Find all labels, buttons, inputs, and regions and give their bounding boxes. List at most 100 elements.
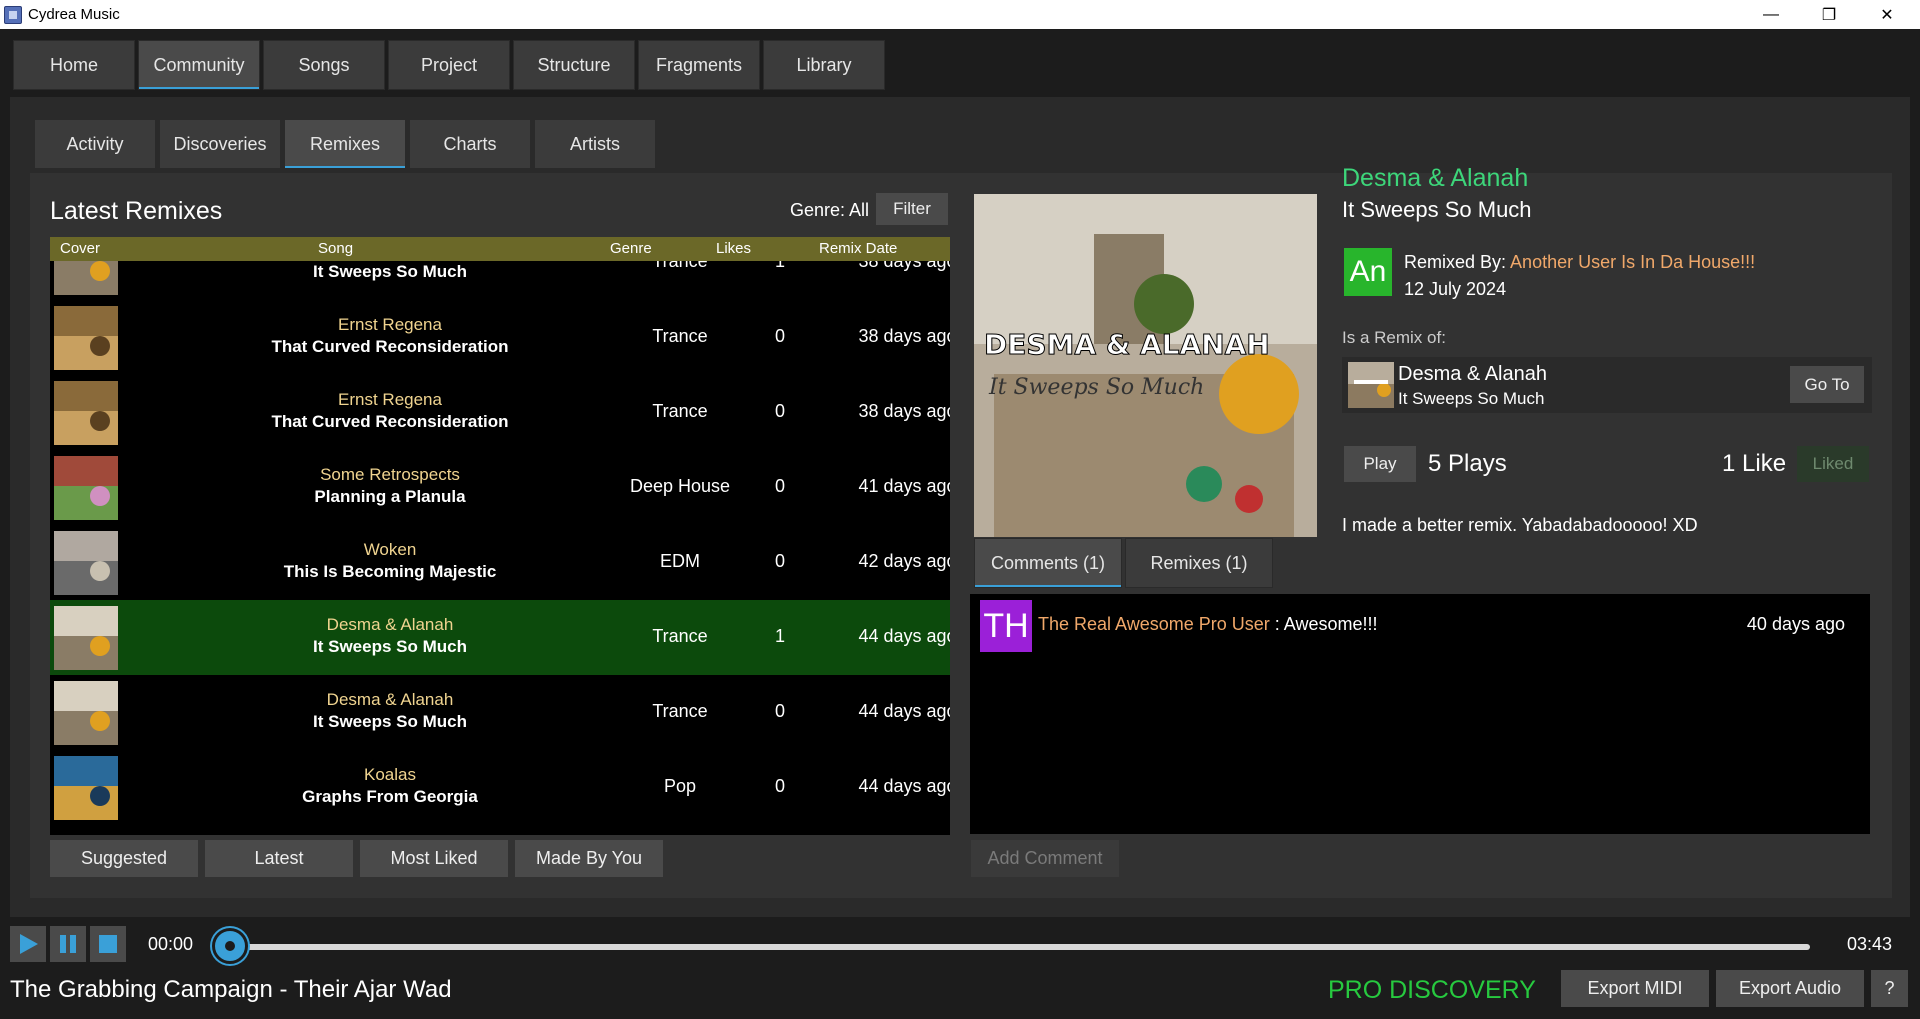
col-cover[interactable]: Cover bbox=[60, 240, 100, 257]
row-cover bbox=[54, 381, 118, 445]
table-row[interactable]: Some Retrospects Planning a Planula Deep H… bbox=[50, 450, 950, 525]
row-date: 44 days ago bbox=[858, 776, 950, 796]
row-title: It Sweeps So Much bbox=[313, 712, 467, 731]
table-row[interactable]: Koalas Graphs From Georgia Pop 0 44 days ago bbox=[50, 750, 950, 825]
close-icon[interactable]: ✕ bbox=[1858, 0, 1916, 29]
row-date: 38 days ago bbox=[858, 401, 950, 421]
commenter-name[interactable]: The Real Awesome Pro User bbox=[1038, 614, 1270, 634]
original-cover bbox=[1348, 362, 1394, 408]
remixer-name[interactable]: Another User Is In Da House!!! bbox=[1510, 252, 1755, 272]
pro-discovery-label: PRO DISCOVERY bbox=[1328, 976, 1536, 1004]
tab-home[interactable]: Home bbox=[13, 40, 135, 90]
stop-icon[interactable] bbox=[90, 926, 126, 962]
col-remix-date[interactable]: Remix Date bbox=[819, 240, 897, 257]
filter-button[interactable]: Filter bbox=[876, 193, 948, 225]
play-icon[interactable] bbox=[10, 926, 46, 962]
row-date: 38 days ago bbox=[858, 326, 950, 346]
title-bar: Cydrea Music — ❐ ✕ bbox=[0, 0, 1920, 29]
app-icon bbox=[4, 5, 22, 24]
likes-count: 1 Like bbox=[1722, 450, 1787, 477]
table-row[interactable]: Ernst Regena That Curved Reconsideration T… bbox=[50, 375, 950, 450]
row-artist: Ernst Regena bbox=[338, 390, 442, 409]
tab-comments[interactable]: Comments (1) bbox=[974, 538, 1122, 588]
most-liked-button[interactable]: Most Liked bbox=[360, 840, 508, 877]
minimize-icon[interactable]: — bbox=[1742, 0, 1800, 29]
col-likes[interactable]: Likes bbox=[716, 240, 751, 257]
suggested-button[interactable]: Suggested bbox=[50, 840, 198, 877]
table-row[interactable]: Desma & Alanah It Sweeps So Much Trance 1 44… bbox=[50, 600, 950, 675]
tab-artists[interactable]: Artists bbox=[534, 119, 656, 169]
export-audio-button[interactable]: Export Audio bbox=[1716, 970, 1864, 1007]
album-art: DESMA & ALANAH It Sweeps So Much bbox=[974, 194, 1317, 537]
row-cover bbox=[54, 681, 118, 745]
latest-button[interactable]: Latest bbox=[205, 840, 353, 877]
go-to-button[interactable]: Go To bbox=[1790, 366, 1864, 403]
tab-discoveries[interactable]: Discoveries bbox=[159, 119, 281, 169]
seek-handle[interactable] bbox=[212, 928, 248, 964]
row-date: 44 days ago bbox=[858, 701, 950, 721]
col-song[interactable]: Song bbox=[318, 240, 353, 257]
tab-fragments[interactable]: Fragments bbox=[638, 40, 760, 90]
tab-charts[interactable]: Charts bbox=[409, 119, 531, 169]
tab-remixes[interactable]: Remixes bbox=[284, 119, 406, 169]
original-song: It Sweeps So Much bbox=[1398, 389, 1545, 408]
table-row[interactable]: Desma & Alanah It Sweeps So Much Trance 0 44… bbox=[50, 675, 950, 750]
remixer-avatar[interactable]: An bbox=[1344, 248, 1392, 296]
tab-structure[interactable]: Structure bbox=[513, 40, 635, 90]
comments-list: TH The Real Awesome Pro User : Awesome!!… bbox=[970, 594, 1870, 834]
col-genre[interactable]: Genre bbox=[610, 240, 652, 257]
row-date: 44 days ago bbox=[858, 626, 950, 646]
row-song: Koalas Graphs From Georgia bbox=[180, 764, 600, 808]
liked-button[interactable]: Liked bbox=[1797, 446, 1869, 482]
time-elapsed: 00:00 bbox=[148, 934, 194, 954]
row-title: That Curved Reconsideration bbox=[271, 412, 509, 431]
help-button[interactable]: ? bbox=[1871, 970, 1908, 1007]
row-title: Planning a Planula bbox=[314, 487, 466, 506]
made-by-you-button[interactable]: Made By You bbox=[515, 840, 663, 877]
comment-date: 40 days ago bbox=[1746, 614, 1845, 634]
row-title: This Is Becoming Majestic bbox=[283, 562, 497, 581]
row-title: It Sweeps So Much bbox=[313, 262, 467, 281]
section-title: Latest Remixes bbox=[50, 197, 223, 225]
row-cover bbox=[54, 756, 118, 820]
tab-remixes-of-remix[interactable]: Remixes (1) bbox=[1125, 538, 1273, 588]
album-art-subtitle: It Sweeps So Much bbox=[988, 375, 1204, 400]
export-midi-button[interactable]: Export MIDI bbox=[1561, 970, 1709, 1007]
now-playing: The Grabbing Campaign - Their Ajar Wad bbox=[10, 976, 452, 1003]
album-art-title: DESMA & ALANAH bbox=[984, 328, 1270, 361]
pause-icon[interactable] bbox=[50, 926, 86, 962]
add-comment-button[interactable]: Add Comment bbox=[971, 840, 1119, 877]
row-song: Desma & Alanah It Sweeps So Much bbox=[180, 614, 600, 658]
tab-library[interactable]: Library bbox=[763, 40, 885, 90]
row-artist: Some Retrospects bbox=[320, 465, 460, 484]
row-date: 42 days ago bbox=[858, 551, 950, 571]
table-header: Cover Song Genre Likes Remix Date bbox=[50, 237, 950, 261]
remix-description: I made a better remix. Yabadabadooooo! X… bbox=[1342, 515, 1698, 535]
row-artist: Desma & Alanah bbox=[326, 690, 454, 709]
play-button[interactable]: Play bbox=[1344, 446, 1416, 482]
original-song-card: Desma & Alanah It Sweeps So Much Go To bbox=[1342, 357, 1872, 413]
tab-activity[interactable]: Activity bbox=[34, 119, 156, 169]
restore-icon[interactable]: ❐ bbox=[1800, 0, 1858, 29]
tab-project[interactable]: Project bbox=[388, 40, 510, 90]
remix-table: Desma & AlanahIt Sweeps So MuchTrance138… bbox=[50, 237, 950, 835]
row-song: Some Retrospects Planning a Planula bbox=[180, 464, 600, 508]
commenter-avatar[interactable]: TH bbox=[980, 600, 1032, 652]
row-cover bbox=[54, 531, 118, 595]
seek-bar[interactable] bbox=[230, 944, 1810, 950]
table-row[interactable]: Woken This Is Becoming Majestic EDM 0 42 day… bbox=[50, 525, 950, 600]
remix-of-label: Is a Remix of: bbox=[1342, 328, 1446, 347]
remixed-by: Remixed By: Another User Is In Da House!… bbox=[1404, 252, 1755, 273]
row-date: 41 days ago bbox=[858, 476, 950, 496]
row-title: It Sweeps So Much bbox=[313, 637, 467, 656]
genre-filter-label: Genre: All bbox=[790, 200, 870, 220]
tab-songs[interactable]: Songs bbox=[263, 40, 385, 90]
row-song: Desma & Alanah It Sweeps So Much bbox=[180, 689, 600, 733]
tab-community[interactable]: Community bbox=[138, 40, 260, 90]
row-artist: Woken bbox=[363, 540, 417, 559]
table-row[interactable]: Ernst Regena That Curved Reconsideration T… bbox=[50, 300, 950, 375]
window-title: Cydrea Music bbox=[28, 6, 120, 23]
time-total: 03:43 bbox=[1847, 934, 1893, 954]
detail-artist[interactable]: Desma & Alanah bbox=[1342, 164, 1528, 193]
comment-body: : Awesome!!! bbox=[1269, 614, 1378, 634]
